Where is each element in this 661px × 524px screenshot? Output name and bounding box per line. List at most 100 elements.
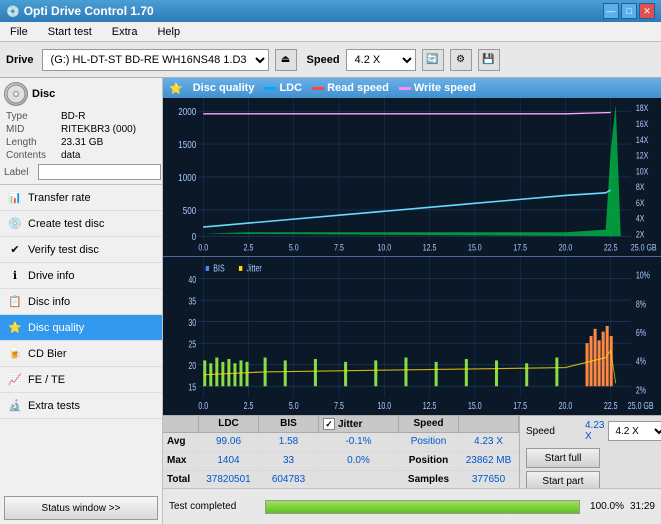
avg-label: Avg bbox=[163, 433, 199, 451]
sidebar-item-extra-tests[interactable]: 🔬 Extra tests bbox=[0, 393, 162, 419]
svg-text:20.0: 20.0 bbox=[559, 243, 573, 253]
label-label: Label bbox=[4, 167, 36, 178]
menu-extra[interactable]: Extra bbox=[106, 24, 144, 40]
sidebar-item-disc-quality[interactable]: ⭐ Disc quality bbox=[0, 315, 162, 341]
toolbar: Drive (G:) HL-DT-ST BD-RE WH16NS48 1.D3 … bbox=[0, 42, 661, 78]
cd-bier-icon: 🍺 bbox=[8, 347, 22, 361]
position-label: Position bbox=[399, 452, 459, 470]
eject-button[interactable]: ⏏ bbox=[275, 49, 297, 71]
drive-select[interactable]: (G:) HL-DT-ST BD-RE WH16NS48 1.D3 bbox=[42, 49, 269, 71]
start-full-button[interactable]: Start full bbox=[526, 448, 600, 468]
close-button[interactable]: ✕ bbox=[639, 3, 655, 19]
max-jitter: 0.0% bbox=[319, 452, 399, 470]
svg-text:1000: 1000 bbox=[178, 172, 196, 183]
svg-text:2X: 2X bbox=[636, 230, 645, 240]
refresh-button[interactable]: 🔄 bbox=[422, 49, 444, 71]
type-label: Type bbox=[4, 110, 59, 123]
save-button[interactable]: 💾 bbox=[478, 49, 500, 71]
disc-section: Disc Type BD-R MID RITEKBR3 (000) Length… bbox=[0, 78, 162, 185]
svg-text:0: 0 bbox=[192, 231, 196, 242]
sidebar-item-transfer-rate[interactable]: 📊 Transfer rate bbox=[0, 185, 162, 211]
disc-quality-label: Disc quality bbox=[28, 322, 84, 334]
svg-text:22.5: 22.5 bbox=[604, 243, 618, 253]
svg-text:2000: 2000 bbox=[178, 106, 196, 117]
create-test-disc-label: Create test disc bbox=[28, 218, 104, 230]
menu-file[interactable]: File bbox=[4, 24, 34, 40]
cd-bier-label: CD Bier bbox=[28, 348, 67, 360]
sidebar-item-drive-info[interactable]: ℹ Drive info bbox=[0, 263, 162, 289]
drive-info-icon: ℹ bbox=[8, 269, 22, 283]
app-icon: 💿 bbox=[6, 5, 20, 18]
svg-text:2.5: 2.5 bbox=[244, 243, 254, 253]
type-value: BD-R bbox=[59, 110, 158, 123]
svg-text:15.0: 15.0 bbox=[468, 243, 482, 253]
avg-ldc: 99.06 bbox=[199, 433, 259, 451]
avg-speed-val: 4.23 X bbox=[459, 433, 519, 451]
svg-text:0.0: 0.0 bbox=[198, 243, 208, 253]
svg-text:Jitter: Jitter bbox=[247, 262, 262, 274]
mid-label: MID bbox=[4, 123, 59, 136]
minimize-button[interactable]: — bbox=[603, 3, 619, 19]
sidebar-item-fe-te[interactable]: 📈 FE / TE bbox=[0, 367, 162, 393]
transfer-rate-label: Transfer rate bbox=[28, 192, 91, 204]
settings-button[interactable]: ⚙ bbox=[450, 49, 472, 71]
svg-text:14X: 14X bbox=[636, 135, 649, 145]
menu-bar: File Start test Extra Help bbox=[0, 22, 661, 42]
samples-label: Samples bbox=[399, 471, 459, 489]
svg-text:0.0: 0.0 bbox=[198, 400, 208, 412]
stats-header-extra bbox=[459, 416, 519, 432]
panel-title-icon: ⭐ bbox=[169, 82, 183, 95]
app-title: Opti Drive Control 1.70 bbox=[24, 4, 154, 18]
extra-tests-icon: 🔬 bbox=[8, 399, 22, 413]
bottom-status-bar: Test completed 100.0% 31:29 bbox=[163, 488, 661, 524]
status-window-button[interactable]: Status window >> bbox=[4, 496, 158, 520]
svg-text:■: ■ bbox=[205, 262, 209, 274]
disc-info-icon: 📋 bbox=[8, 295, 22, 309]
stats-right-panel: Speed 4.23 X 4.2 X Start full Start part bbox=[519, 416, 661, 488]
avg-bis: 1.58 bbox=[259, 433, 319, 451]
max-label: Max bbox=[163, 452, 199, 470]
jitter-checkbox[interactable]: ✓ bbox=[323, 418, 335, 430]
panel-title: Disc quality bbox=[193, 82, 255, 94]
max-bis: 33 bbox=[259, 452, 319, 470]
panel-title-bar: ⭐ Disc quality LDC Read speed Write spee… bbox=[163, 78, 661, 98]
stats-header-jitter-check: ✓ Jitter bbox=[319, 416, 399, 432]
menu-start-test[interactable]: Start test bbox=[42, 24, 98, 40]
verify-test-disc-icon: ✔ bbox=[8, 243, 22, 257]
svg-text:500: 500 bbox=[183, 205, 196, 216]
disc-info-label: Disc info bbox=[28, 296, 70, 308]
speed-dropdown[interactable]: 4.2 X bbox=[608, 421, 661, 441]
progress-pct: 100.0% bbox=[586, 501, 624, 512]
disc-quality-panel: ⭐ Disc quality LDC Read speed Write spee… bbox=[163, 78, 661, 524]
svg-text:30: 30 bbox=[188, 317, 196, 329]
stats-header-bis: BIS bbox=[259, 416, 319, 432]
svg-text:17.5: 17.5 bbox=[513, 400, 527, 412]
menu-help[interactable]: Help bbox=[151, 24, 186, 40]
stats-header-ldc: LDC bbox=[199, 416, 259, 432]
top-chart-area: 2000 1500 1000 500 0 18X 16X 14X 12X 10X… bbox=[163, 98, 661, 257]
svg-text:35: 35 bbox=[188, 295, 196, 307]
svg-text:8X: 8X bbox=[636, 182, 645, 192]
svg-text:2%: 2% bbox=[636, 384, 646, 396]
fe-te-label: FE / TE bbox=[28, 374, 65, 386]
sidebar-item-cd-bier[interactable]: 🍺 CD Bier bbox=[0, 341, 162, 367]
verify-test-disc-label: Verify test disc bbox=[28, 244, 99, 256]
svg-text:5.0: 5.0 bbox=[289, 243, 299, 253]
bottom-chart-area: ■ BIS ■ Jitter bbox=[163, 257, 661, 415]
sidebar-item-create-test-disc[interactable]: 💿 Create test disc bbox=[0, 211, 162, 237]
svg-text:7.5: 7.5 bbox=[334, 243, 344, 253]
drive-label: Drive bbox=[6, 54, 34, 66]
contents-label: Contents bbox=[4, 149, 59, 162]
sidebar-item-verify-test-disc[interactable]: ✔ Verify test disc bbox=[0, 237, 162, 263]
disc-section-title: Disc bbox=[32, 88, 55, 100]
label-input[interactable] bbox=[38, 164, 161, 180]
maximize-button[interactable]: □ bbox=[621, 3, 637, 19]
speed-select[interactable]: 4.2 X bbox=[346, 49, 416, 71]
svg-text:BIS: BIS bbox=[213, 262, 225, 274]
svg-text:10%: 10% bbox=[636, 269, 650, 281]
sidebar-item-disc-info[interactable]: 📋 Disc info bbox=[0, 289, 162, 315]
stats-section: LDC BIS ✓ Jitter Speed Avg 9 bbox=[163, 415, 661, 488]
svg-text:15: 15 bbox=[188, 381, 196, 393]
svg-text:20.0: 20.0 bbox=[559, 400, 573, 412]
title-bar: 💿 Opti Drive Control 1.70 — □ ✕ bbox=[0, 0, 661, 22]
